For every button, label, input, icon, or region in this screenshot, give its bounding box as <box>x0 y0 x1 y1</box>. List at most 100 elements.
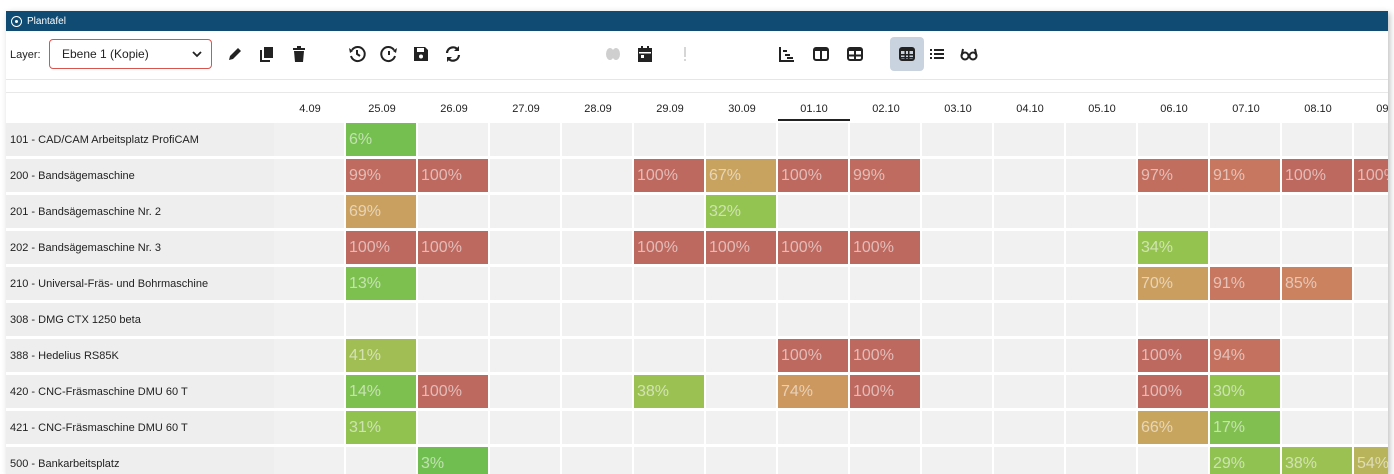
schedule-cell[interactable] <box>490 195 560 228</box>
load-bar[interactable]: 67% <box>706 159 776 192</box>
schedule-cell[interactable] <box>634 123 704 156</box>
exclamation-icon[interactable] <box>674 43 696 65</box>
schedule-cell[interactable] <box>850 195 920 228</box>
schedule-cell[interactable] <box>1282 411 1352 444</box>
pencil-icon[interactable] <box>224 43 246 65</box>
schedule-cell[interactable]: 3% <box>418 447 488 474</box>
schedule-cell[interactable]: 6% <box>346 123 416 156</box>
schedule-cell[interactable] <box>778 123 848 156</box>
grid-icon[interactable] <box>890 37 924 71</box>
schedule-cell[interactable] <box>994 195 1064 228</box>
schedule-cell[interactable]: 38% <box>634 375 704 408</box>
schedule-cell[interactable] <box>274 447 344 474</box>
load-bar[interactable]: 99% <box>850 159 920 192</box>
load-bar[interactable]: 100% <box>634 231 704 264</box>
schedule-cell[interactable] <box>418 123 488 156</box>
schedule-cell[interactable]: 85% <box>1282 267 1352 300</box>
schedule-cell[interactable] <box>706 123 776 156</box>
schedule-cell[interactable] <box>994 339 1064 372</box>
schedule-cell[interactable] <box>1282 303 1352 336</box>
load-bar[interactable]: 30% <box>1210 375 1280 408</box>
schedule-cell[interactable]: 100% <box>1282 159 1352 192</box>
schedule-cell[interactable] <box>1210 303 1280 336</box>
load-bar[interactable]: 54% <box>1354 447 1388 474</box>
schedule-cell[interactable] <box>274 411 344 444</box>
schedule-cell[interactable] <box>1354 123 1388 156</box>
schedule-cell[interactable]: 17% <box>1210 411 1280 444</box>
schedule-cell[interactable]: 100% <box>850 339 920 372</box>
schedule-cell[interactable] <box>274 339 344 372</box>
split-icon[interactable] <box>844 43 866 65</box>
schedule-cell[interactable] <box>1210 123 1280 156</box>
date-header[interactable]: 25.09 <box>346 99 418 119</box>
schedule-cell[interactable]: 13% <box>346 267 416 300</box>
schedule-cell[interactable]: 74% <box>778 375 848 408</box>
load-bar[interactable]: 32% <box>706 195 776 228</box>
schedule-cell[interactable] <box>490 231 560 264</box>
schedule-cell[interactable]: 41% <box>346 339 416 372</box>
schedule-cell[interactable] <box>778 411 848 444</box>
redo-icon[interactable] <box>378 43 400 65</box>
load-bar[interactable]: 38% <box>634 375 704 408</box>
schedule-cell[interactable] <box>1282 339 1352 372</box>
load-bar[interactable]: 34% <box>1138 231 1208 264</box>
schedule-cell[interactable] <box>274 195 344 228</box>
schedule-cell[interactable]: 99% <box>346 159 416 192</box>
load-bar[interactable]: 29% <box>1210 447 1280 474</box>
load-bar[interactable]: 100% <box>1282 159 1352 192</box>
schedule-cell[interactable] <box>850 267 920 300</box>
schedule-cell[interactable] <box>274 123 344 156</box>
schedule-cell[interactable] <box>706 267 776 300</box>
schedule-cell[interactable] <box>346 447 416 474</box>
schedule-cell[interactable]: 34% <box>1138 231 1208 264</box>
schedule-cell[interactable] <box>922 339 992 372</box>
schedule-cell[interactable] <box>562 375 632 408</box>
schedule-cell[interactable]: 99% <box>850 159 920 192</box>
schedule-cell[interactable] <box>1354 339 1388 372</box>
load-bar[interactable]: 100% <box>778 159 848 192</box>
load-bar[interactable]: 100% <box>346 231 416 264</box>
schedule-cell[interactable] <box>562 195 632 228</box>
schedule-cell[interactable] <box>1210 231 1280 264</box>
load-bar[interactable]: 6% <box>346 123 416 156</box>
machine-label[interactable]: 202 - Bandsägemaschine Nr. 3 <box>6 231 274 264</box>
schedule-cell[interactable] <box>1354 195 1388 228</box>
schedule-cell[interactable] <box>274 267 344 300</box>
schedule-cell[interactable]: 100% <box>634 231 704 264</box>
load-bar[interactable]: 100% <box>1138 375 1208 408</box>
schedule-cell[interactable] <box>418 195 488 228</box>
brain-icon[interactable] <box>602 43 624 65</box>
schedule-cell[interactable] <box>778 447 848 474</box>
schedule-cell[interactable] <box>1282 375 1352 408</box>
schedule-cell[interactable] <box>634 447 704 474</box>
save-icon[interactable] <box>410 43 432 65</box>
load-bar[interactable]: 91% <box>1210 267 1280 300</box>
schedule-cell[interactable] <box>634 195 704 228</box>
machine-label[interactable]: 420 - CNC-Fräsmaschine DMU 60 T <box>6 375 274 408</box>
schedule-cell[interactable] <box>562 447 632 474</box>
load-bar[interactable]: 100% <box>850 375 920 408</box>
schedule-cell[interactable] <box>562 159 632 192</box>
schedule-cell[interactable] <box>562 267 632 300</box>
schedule-cell[interactable] <box>1282 195 1352 228</box>
schedule-cell[interactable]: 100% <box>778 231 848 264</box>
date-header[interactable]: 30.09 <box>706 99 778 119</box>
schedule-cell[interactable] <box>634 303 704 336</box>
date-header[interactable]: 05.10 <box>1066 99 1138 119</box>
load-bar[interactable]: 70% <box>1138 267 1208 300</box>
schedule-cell[interactable] <box>850 447 920 474</box>
schedule-cell[interactable] <box>562 231 632 264</box>
schedule-cell[interactable]: 100% <box>850 375 920 408</box>
schedule-cell[interactable] <box>1354 375 1388 408</box>
schedule-cell[interactable] <box>274 303 344 336</box>
load-bar[interactable]: 31% <box>346 411 416 444</box>
schedule-cell[interactable] <box>994 447 1064 474</box>
refresh-icon[interactable] <box>442 43 464 65</box>
schedule-cell[interactable] <box>706 375 776 408</box>
schedule-cell[interactable] <box>1066 267 1136 300</box>
schedule-cell[interactable]: 94% <box>1210 339 1280 372</box>
schedule-cell[interactable] <box>922 375 992 408</box>
schedule-cell[interactable]: 100% <box>706 231 776 264</box>
load-bar[interactable]: 97% <box>1138 159 1208 192</box>
load-bar[interactable]: 94% <box>1210 339 1280 372</box>
